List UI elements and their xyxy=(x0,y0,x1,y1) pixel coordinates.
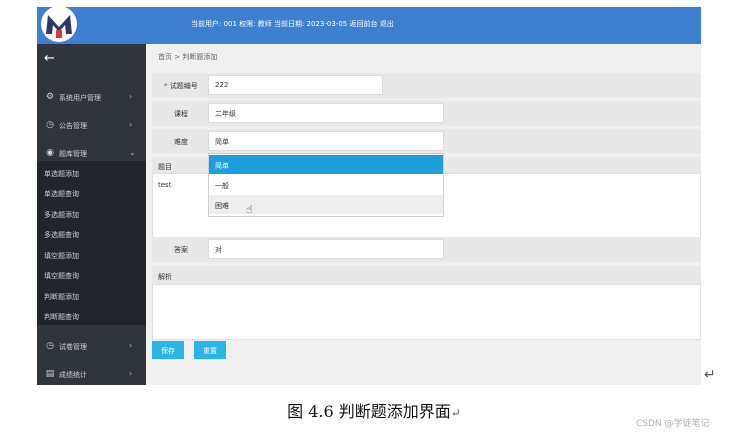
logo-icon xyxy=(41,7,77,42)
chevron-down-icon: ⌄ xyxy=(215,109,221,117)
sidebar-item-announcements[interactable]: ◷ 公告管理 › xyxy=(37,112,146,139)
sidebar: ← ⚙ 系统用户管理 › ◷ 公告管理 › ◉ 题库管理 ⌄ 单选题添加 单选题… xyxy=(37,44,146,385)
top-header: 当前用户: 001 权限: 教师 当前日期: 2023-03-05 返回前台 退… xyxy=(37,7,701,44)
save-button-label: 保存 xyxy=(161,348,175,355)
analysis-label: 解析 xyxy=(158,273,172,281)
question-no-input[interactable]: 222 xyxy=(208,75,383,95)
required-mark: * xyxy=(164,82,168,90)
sidebar-item-label: 成绩统计 xyxy=(59,371,87,379)
return-mark-icon: ↵ xyxy=(704,367,716,383)
submenu-item-fill-add[interactable]: 填空题添加 xyxy=(44,251,79,261)
difficulty-option-easy[interactable]: 简单 xyxy=(209,155,443,174)
chart-icon: ▤ xyxy=(45,369,55,379)
submenu-item-multi-query[interactable]: 多选题查询 xyxy=(44,230,79,240)
watermark: CSDN @学徒笔记 xyxy=(636,419,710,429)
sidebar-item-label: 试卷管理 xyxy=(59,343,87,351)
sidebar-item-label: 系统用户管理 xyxy=(59,94,101,102)
difficulty-select[interactable]: 简单 ⌃ xyxy=(208,131,444,151)
topic-label: 题目 xyxy=(158,163,172,171)
question-no-label-text: 试题编号 xyxy=(169,82,198,90)
sidebar-item-score-stats[interactable]: ▤ 成绩统计 › xyxy=(37,361,146,385)
sidebar-item-exam-papers[interactable]: ◷ 试卷管理 › xyxy=(37,333,146,360)
analysis-textarea[interactable] xyxy=(152,284,701,340)
course-row: 课程 二年级 ⌄ xyxy=(152,101,701,126)
hand-pointer-icon: ☝ xyxy=(246,203,253,216)
chevron-right-icon: › xyxy=(129,369,133,378)
difficulty-dropdown: 简单 一般 困难 xyxy=(208,153,444,217)
option-label: 简单 xyxy=(215,162,229,170)
question-no-value: 222 xyxy=(215,81,229,89)
submenu-item-single-query[interactable]: 单选题查询 xyxy=(44,189,79,199)
chevron-right-icon: › xyxy=(129,341,133,350)
question-bank-submenu: 单选题添加 单选题查询 多选题添加 多选题查询 填空题添加 填空题查询 判断题添… xyxy=(37,161,146,325)
course-label: 课程 xyxy=(174,110,188,118)
topic-value: test xyxy=(158,181,172,189)
save-button[interactable]: 保存 xyxy=(152,341,184,359)
question-no-label: * 试题编号 xyxy=(164,81,198,91)
difficulty-label: 难度 xyxy=(174,138,188,146)
arrow-left-icon[interactable]: ← xyxy=(44,52,55,65)
submenu-item-single-add[interactable]: 单选题添加 xyxy=(44,169,79,179)
analysis-row: 解析 xyxy=(152,266,701,340)
reset-button-label: 重置 xyxy=(203,348,217,355)
answer-row: 答案 对 ⌄ xyxy=(152,237,701,262)
submenu-item-multi-add[interactable]: 多选题添加 xyxy=(44,210,79,220)
submenu-item-judge-add[interactable]: 判断题添加 xyxy=(44,292,79,302)
chevron-down-icon: ⌄ xyxy=(129,148,136,157)
option-label: 困难 xyxy=(215,202,229,210)
figure-caption-text: 图 4.6 判断题添加界面 xyxy=(287,402,451,421)
difficulty-row: 难度 简单 ⌃ xyxy=(152,129,701,154)
user-info-bar[interactable]: 当前用户: 001 权限: 教师 当前日期: 2023-03-05 返回前台 退… xyxy=(191,19,394,29)
chevron-right-icon: › xyxy=(129,120,133,129)
gear-icon: ⚙ xyxy=(45,92,55,102)
breadcrumb: 首页 > 判断题添加 xyxy=(158,53,218,61)
chevron-up-icon: ⌃ xyxy=(215,137,221,145)
sidebar-item-system-users[interactable]: ⚙ 系统用户管理 › xyxy=(37,84,146,111)
submenu-item-judge-query[interactable]: 判断题查询 xyxy=(44,312,79,322)
reset-button[interactable]: 重置 xyxy=(194,341,226,359)
answer-select[interactable]: 对 ⌄ xyxy=(208,239,444,259)
return-mark-icon: ↵ xyxy=(450,406,461,420)
chevron-down-icon: ⌄ xyxy=(215,245,221,253)
option-label: 一般 xyxy=(215,182,229,190)
globe-icon: ◉ xyxy=(46,148,54,158)
question-no-row: * 试题编号 222 xyxy=(152,73,701,98)
sidebar-item-label: 题库管理 xyxy=(59,150,87,158)
difficulty-option-medium[interactable]: 一般 xyxy=(209,175,443,194)
sidebar-item-label: 公告管理 xyxy=(59,122,87,130)
app-screenshot: 当前用户: 001 权限: 教师 当前日期: 2023-03-05 返回前台 退… xyxy=(37,7,701,385)
course-select[interactable]: 二年级 ⌄ xyxy=(208,103,444,123)
clock-icon: ◷ xyxy=(46,341,54,351)
chevron-right-icon: › xyxy=(129,92,133,101)
clock-icon: ◷ xyxy=(46,120,54,130)
submenu-item-fill-query[interactable]: 填空题查询 xyxy=(44,271,79,281)
answer-label: 答案 xyxy=(174,246,188,254)
difficulty-option-hard[interactable]: 困难 xyxy=(209,195,443,214)
